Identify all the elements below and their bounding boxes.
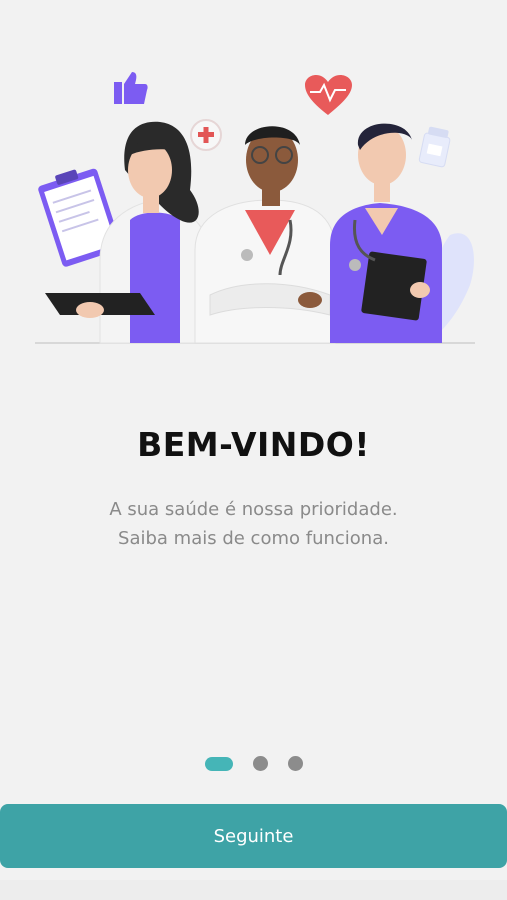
medicine-bottle-icon — [418, 126, 451, 168]
page-dot-2[interactable] — [252, 756, 268, 771]
doctor-man-center — [194, 126, 336, 344]
plus-icon — [190, 119, 222, 151]
page-dot-1[interactable] — [204, 756, 233, 771]
page-dot-3[interactable] — [287, 756, 303, 771]
welcome-subtitle: A sua saúde é nossa prioridade. Saiba ma… — [0, 495, 507, 553]
thumbs-up-icon — [114, 72, 148, 104]
subtitle-line-1: A sua saúde é nossa prioridade. — [109, 499, 398, 520]
welcome-title: BEM-VINDO! — [137, 425, 370, 464]
bottom-bar — [0, 880, 507, 900]
page-indicator — [0, 756, 507, 771]
next-button[interactable]: Seguinte — [0, 804, 507, 868]
heart-pulse-icon — [305, 74, 352, 115]
subtitle-line-2: Saiba mais de como funciona. — [118, 528, 389, 549]
doctors-illustration — [35, 72, 475, 344]
